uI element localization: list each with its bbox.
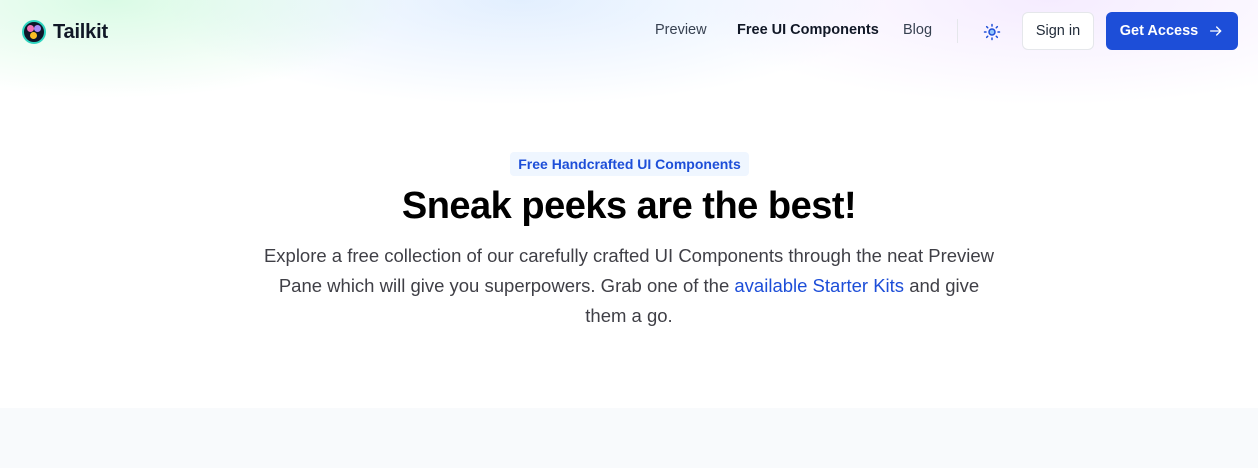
arrow-right-icon <box>1208 23 1224 39</box>
hero-description: Explore a free collection of our careful… <box>259 241 999 331</box>
nav-link-preview[interactable]: Preview <box>655 22 707 38</box>
nav-link-blog[interactable]: Blog <box>903 22 932 38</box>
hero-title: Sneak peeks are the best! <box>401 185 857 227</box>
brand-link[interactable]: Tailkit <box>22 18 108 46</box>
starter-kits-link[interactable]: available Starter Kits <box>734 275 904 296</box>
brand-name: Tailkit <box>53 20 108 43</box>
site-header: Tailkit Preview Free UI Components Blog … <box>0 0 1258 64</box>
nav-link-free-ui-components[interactable]: Free UI Components <box>737 22 879 38</box>
sign-in-label: Sign in <box>1035 23 1081 39</box>
sign-in-button[interactable]: Sign in <box>1022 12 1094 50</box>
get-access-label: Get Access <box>1119 23 1199 39</box>
get-access-button[interactable]: Get Access <box>1106 12 1238 50</box>
tailkit-logo-icon <box>22 20 46 44</box>
sun-icon <box>983 23 1001 41</box>
hero-badge: Free Handcrafted UI Components <box>510 152 749 176</box>
preview-panel-area <box>0 408 1258 468</box>
theme-toggle-button[interactable] <box>979 19 1005 45</box>
nav-divider <box>957 19 958 43</box>
